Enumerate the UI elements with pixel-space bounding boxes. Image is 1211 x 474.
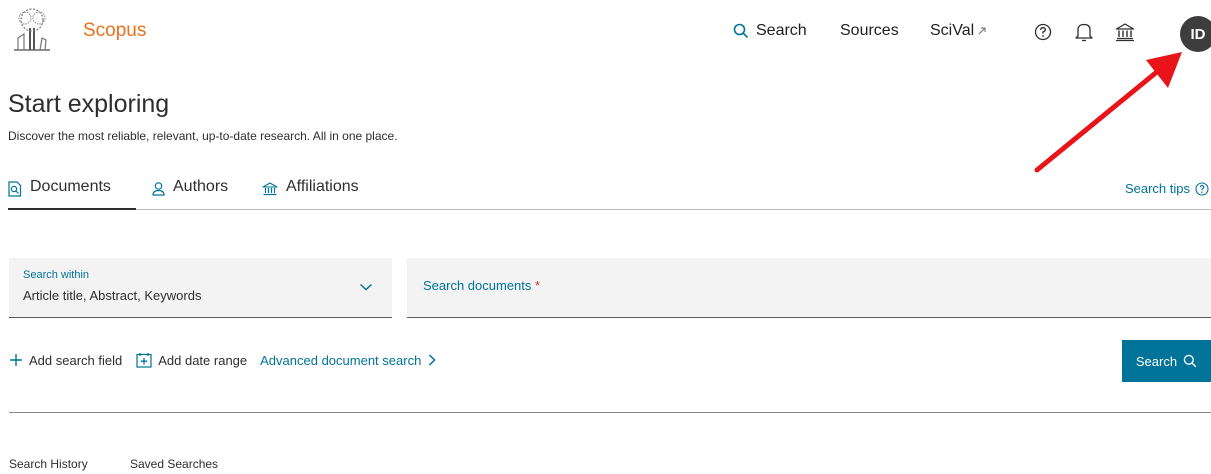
search-within-value: Article title, Abstract, Keywords xyxy=(23,288,202,303)
institution-icon[interactable] xyxy=(1113,20,1137,44)
add-search-field-button[interactable]: Add search field xyxy=(9,353,122,368)
search-icon xyxy=(1183,354,1197,368)
tab-search-history[interactable]: Search History xyxy=(9,457,88,471)
tab-documents-label: Documents xyxy=(30,178,111,195)
help-icon[interactable] xyxy=(1031,20,1055,44)
add-search-field-label: Add search field xyxy=(29,352,123,368)
search-submit-button[interactable]: Search xyxy=(1122,340,1211,382)
nav-search-link[interactable]: Search xyxy=(733,22,807,40)
notifications-bell-icon[interactable] xyxy=(1072,20,1096,44)
tab-authors-label: Authors xyxy=(173,178,229,195)
tab-affiliations-label: Affiliations xyxy=(286,178,359,195)
search-documents-placeholder-text: Search documents xyxy=(423,278,532,293)
tab-affiliations[interactable]: Affiliations xyxy=(262,178,359,210)
nav-scival-link[interactable]: SciVal xyxy=(930,22,987,40)
tab-documents[interactable]: Documents xyxy=(8,178,136,210)
search-icon xyxy=(733,23,749,39)
annotation-arrow xyxy=(1034,52,1182,173)
search-button-label: Search xyxy=(1135,353,1178,369)
tab-saved-searches[interactable]: Saved Searches xyxy=(130,457,218,471)
advanced-document-search-link[interactable]: Advanced document search xyxy=(260,353,437,368)
search-tips-link[interactable]: Search tips xyxy=(1125,181,1209,196)
add-date-range-button[interactable]: Add date range xyxy=(136,352,247,368)
plus-icon xyxy=(10,354,22,366)
help-circle-icon xyxy=(1195,181,1209,196)
search-within-select[interactable]: Search within Article title, Abstract, K… xyxy=(9,258,392,318)
chevron-down-icon xyxy=(359,283,373,291)
page-subtitle: Discover the most reliable, relevant, up… xyxy=(8,129,398,143)
nav-scival-label: SciVal xyxy=(930,22,975,39)
page-title: Start exploring xyxy=(8,90,170,118)
search-tips-label: Search tips xyxy=(1124,181,1190,196)
chevron-right-icon xyxy=(429,354,436,366)
scopus-brand[interactable]: Scopus xyxy=(83,20,146,42)
elsevier-logo[interactable] xyxy=(8,6,56,54)
top-bar: Scopus Search Sources SciVal ID xyxy=(0,0,1211,64)
calendar-plus-icon xyxy=(136,353,152,368)
nav-search-label: Search xyxy=(756,22,807,39)
search-documents-input[interactable]: Search documents * xyxy=(407,258,1211,318)
required-asterisk: * xyxy=(535,278,541,293)
add-date-range-label: Add date range xyxy=(158,352,248,368)
institution-small-icon xyxy=(262,182,278,196)
external-link-icon xyxy=(978,27,986,35)
search-documents-placeholder: Search documents * xyxy=(423,278,540,293)
tab-authors[interactable]: Authors xyxy=(152,178,228,210)
search-type-tabs: Documents Authors Affiliations Search ti… xyxy=(8,178,1211,210)
advanced-search-label: Advanced document search xyxy=(260,352,422,368)
section-divider xyxy=(9,412,1211,413)
person-icon xyxy=(152,182,165,196)
nav-sources-link[interactable]: Sources xyxy=(840,22,899,40)
user-avatar-button[interactable]: ID xyxy=(1180,16,1211,52)
search-actions: Add search field Add date range Advanced… xyxy=(9,352,437,368)
search-within-label: Search within xyxy=(23,269,90,281)
document-search-icon xyxy=(8,181,22,197)
